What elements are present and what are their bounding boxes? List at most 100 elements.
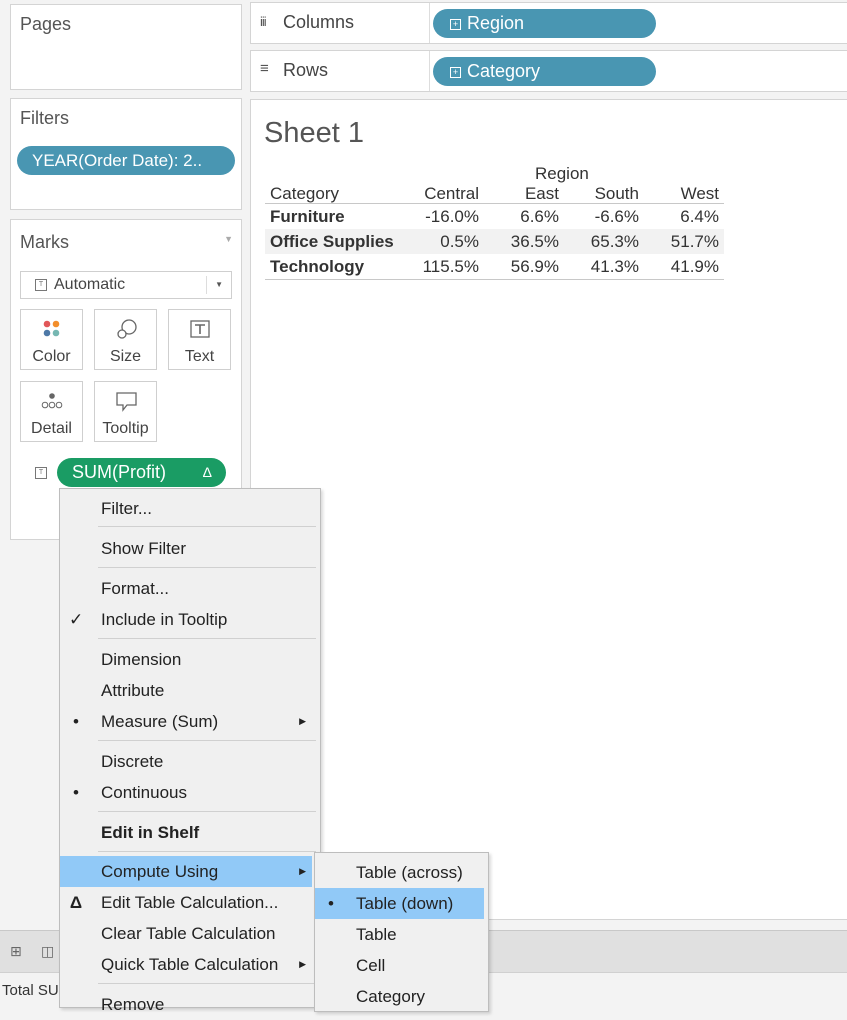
color-button[interactable]: Color <box>20 309 83 370</box>
submenu-item-table-across[interactable]: Table (across) <box>315 857 488 888</box>
menu-item-label: Quick Table Calculation <box>101 955 279 974</box>
columns-shelf[interactable]: iii Columns + Region <box>250 2 847 44</box>
menu-separator <box>98 851 316 852</box>
year-filter-pill[interactable]: YEAR(Order Date): 2.. <box>17 146 235 175</box>
menu-item-label: Include in Tooltip <box>101 610 228 629</box>
rows-divider <box>429 51 430 91</box>
new-worksheet-icon[interactable]: ⊞ <box>10 943 22 960</box>
mark-type-select[interactable]: T Automatic ▼ <box>20 271 232 299</box>
submenu-item-table[interactable]: Table <box>315 919 488 950</box>
cell-value: 41.9% <box>670 257 719 276</box>
status-text: Total SU <box>2 982 59 999</box>
menu-item-clear-table-calculation[interactable]: Clear Table Calculation <box>60 918 320 949</box>
sheet-title: Sheet 1 <box>264 117 364 149</box>
pages-card: Pages <box>10 4 242 90</box>
col-header-east: East <box>524 184 559 203</box>
marks-menu-caret-icon[interactable]: ▼ <box>224 234 233 244</box>
bullet-icon: • <box>73 783 79 802</box>
table-row: Furniture -16.0% 6.6% -6.6% 6.4% <box>265 204 724 229</box>
compute-using-submenu: Table (across) • Table (down) Table Cell … <box>314 852 489 1012</box>
menu-item-include-in-tooltip[interactable]: ✓ Include in Tooltip <box>60 604 320 635</box>
menu-item-format[interactable]: Format... <box>60 573 320 604</box>
select-divider <box>206 276 207 294</box>
menu-item-label: Attribute <box>101 681 165 700</box>
menu-item-label: Format... <box>101 579 170 598</box>
menu-item-measure-sum[interactable]: • Measure (Sum) ▶ <box>60 706 320 737</box>
menu-separator <box>98 567 316 568</box>
sum-profit-label: SUM(Profit) <box>72 462 166 482</box>
marks-title: Marks <box>20 232 69 252</box>
menu-item-label: Edit Table Calculation... <box>101 893 279 912</box>
region-pill[interactable]: + Region <box>433 9 656 38</box>
menu-item-continuous[interactable]: • Continuous <box>60 777 320 808</box>
table-row: Office Supplies 0.5% 36.5% 65.3% 51.7% <box>265 229 724 254</box>
table-row: Technology 115.5% 56.9% 41.3% 41.9% <box>265 254 724 279</box>
chevron-down-icon: ▼ <box>215 280 223 289</box>
menu-item-label: Dimension <box>101 650 182 669</box>
submenu-item-label: Category <box>356 987 425 1006</box>
menu-item-dimension[interactable]: Dimension <box>60 644 320 675</box>
row-category: Office Supplies <box>270 232 394 251</box>
menu-item-filter[interactable]: Filter... <box>60 493 320 524</box>
cell-value: 6.4% <box>680 207 719 226</box>
bullet-icon: • <box>73 712 79 731</box>
size-label: Size <box>109 348 142 365</box>
menu-item-quick-table-calculation[interactable]: Quick Table Calculation ▶ <box>60 949 320 980</box>
menu-separator <box>98 638 316 639</box>
col-header-central: Central <box>424 184 479 203</box>
sheet-canvas: Sheet 1 Region Category Central East Sou… <box>250 99 847 920</box>
text-icon <box>190 320 210 338</box>
mark-type-value: Automatic <box>54 276 126 293</box>
expand-icon: + <box>450 19 461 30</box>
submenu-arrow-icon: ▶ <box>299 866 306 876</box>
category-header: Category <box>270 184 339 203</box>
columns-label: Columns <box>283 12 355 32</box>
tooltip-icon <box>116 392 137 412</box>
size-button[interactable]: Size <box>94 309 157 370</box>
size-icon <box>117 319 137 339</box>
cell-value: 56.9% <box>510 257 559 276</box>
menu-item-compute-using[interactable]: Compute Using ▶ <box>60 856 312 887</box>
rows-shelf[interactable]: ≡ Rows + Category <box>250 50 847 92</box>
text-encoding-icon: T <box>35 467 47 479</box>
detail-label: Detail <box>31 420 72 437</box>
sum-profit-pill[interactable]: SUM(Profit) Δ <box>57 458 226 487</box>
submenu-item-label: Table (down) <box>356 894 454 913</box>
pages-title: Pages <box>20 14 72 34</box>
region-pill-label: Region <box>467 13 525 33</box>
submenu-item-cell[interactable]: Cell <box>315 950 488 981</box>
submenu-arrow-icon: ▶ <box>299 959 306 969</box>
detail-button[interactable]: Detail <box>20 381 83 442</box>
color-label: Color <box>32 348 71 365</box>
table-bottom-rule <box>265 279 724 280</box>
region-header: Region <box>535 164 589 183</box>
menu-item-label: Continuous <box>101 783 188 802</box>
text-button[interactable]: Text <box>168 309 231 370</box>
tooltip-label: Tooltip <box>102 420 149 437</box>
rows-icon: ≡ <box>260 60 269 77</box>
text-mark-icon: T <box>35 279 47 291</box>
columns-divider <box>429 3 430 43</box>
cell-value: 41.3% <box>590 257 639 276</box>
submenu-item-label: Table (across) <box>356 863 463 882</box>
submenu-item-category[interactable]: Category <box>315 981 488 1012</box>
menu-separator <box>98 811 316 812</box>
submenu-item-table-down[interactable]: • Table (down) <box>315 888 484 919</box>
cell-value: -6.6% <box>594 207 639 226</box>
tooltip-button[interactable]: Tooltip <box>94 381 157 442</box>
menu-item-show-filter[interactable]: Show Filter <box>60 533 320 564</box>
menu-item-label: Measure (Sum) <box>101 712 219 731</box>
menu-item-attribute[interactable]: Attribute <box>60 675 320 706</box>
menu-item-discrete[interactable]: Discrete <box>60 746 320 777</box>
submenu-arrow-icon: ▶ <box>299 716 306 726</box>
submenu-item-label: Table <box>356 925 397 944</box>
menu-item-edit-in-shelf[interactable]: Edit in Shelf <box>60 817 320 848</box>
cell-value: 51.7% <box>670 232 719 251</box>
columns-icon: iii <box>260 14 267 29</box>
cell-value: 6.6% <box>520 207 559 226</box>
cell-value: -16.0% <box>425 207 479 226</box>
menu-item-edit-table-calculation[interactable]: Δ Edit Table Calculation... <box>60 887 320 918</box>
category-pill[interactable]: + Category <box>433 57 656 86</box>
new-dashboard-icon[interactable]: ◫ <box>41 943 54 960</box>
cell-value: 115.5% <box>422 257 479 276</box>
